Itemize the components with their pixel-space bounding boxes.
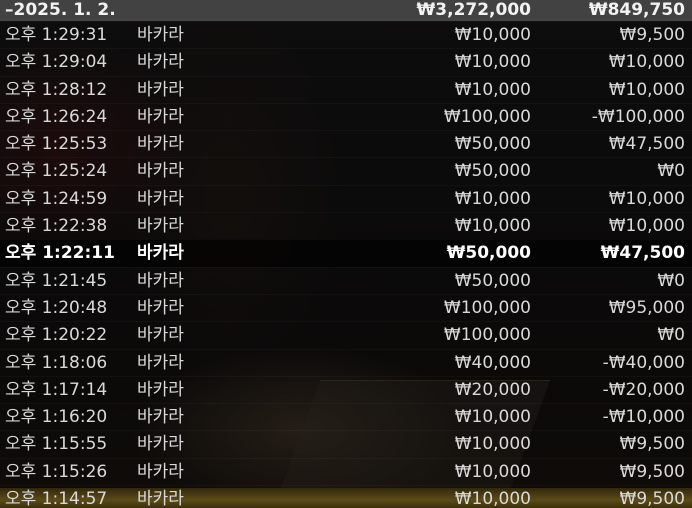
row-bet-amount: ₩10,000 bbox=[454, 461, 531, 482]
row-bet-amount: ₩100,000 bbox=[443, 106, 531, 127]
row-bet-amount: ₩20,000 bbox=[454, 379, 531, 400]
row-game: 바카라 bbox=[137, 25, 184, 45]
row-time: 오후 1:14:57 bbox=[5, 489, 108, 508]
row-time: 오후 1:22:38 bbox=[5, 216, 108, 237]
bet-history-row[interactable]: 오후 1:29:31 바카라 ₩10,000 ₩9,500 bbox=[0, 21, 692, 49]
row-game: 바카라 bbox=[137, 52, 184, 73]
row-bet-amount: ₩10,000 bbox=[454, 79, 531, 100]
summary-total-bet: ₩3,272,000 bbox=[416, 0, 531, 20]
row-result-amount: ₩47,500 bbox=[600, 243, 685, 264]
row-game: 바카라 bbox=[137, 325, 184, 346]
row-game: 바카라 bbox=[137, 216, 184, 237]
date-summary-header[interactable]: –2025. 1. 2. ₩3,272,000 ₩849,750 bbox=[0, 0, 692, 21]
row-bet-amount: ₩50,000 bbox=[446, 243, 531, 264]
bet-history-row[interactable]: 오후 1:20:22 바카라 ₩100,000 ₩0 bbox=[0, 321, 692, 349]
row-bet-amount: ₩10,000 bbox=[454, 216, 531, 237]
row-time: 오후 1:16:20 bbox=[5, 407, 108, 428]
row-time: 오후 1:17:14 bbox=[5, 379, 108, 400]
row-time: 오후 1:21:45 bbox=[5, 270, 108, 291]
row-result-amount: ₩10,000 bbox=[608, 188, 685, 209]
row-result-amount: ₩9,500 bbox=[619, 489, 685, 508]
row-game: 바카라 bbox=[137, 106, 184, 127]
bet-history-screen: –2025. 1. 2. ₩3,272,000 ₩849,750 오후 1:29… bbox=[0, 0, 692, 508]
row-bet-amount: ₩50,000 bbox=[454, 161, 531, 182]
row-time: 오후 1:28:12 bbox=[5, 79, 108, 100]
row-time: 오후 1:24:59 bbox=[5, 188, 108, 209]
bet-history-row[interactable]: 오후 1:20:48 바카라 ₩100,000 ₩95,000 bbox=[0, 293, 692, 322]
row-game: 바카라 bbox=[137, 461, 184, 482]
row-result-amount: ₩47,500 bbox=[608, 134, 685, 155]
bet-history-row[interactable]: 오후 1:15:55 바카라 ₩10,000 ₩9,500 bbox=[0, 430, 692, 458]
row-bet-amount: ₩10,000 bbox=[454, 434, 531, 455]
row-game: 바카라 bbox=[137, 379, 184, 400]
row-result-amount: -₩100,000 bbox=[591, 106, 685, 127]
bet-history-row[interactable]: 오후 1:22:38 바카라 ₩10,000 ₩10,000 bbox=[0, 212, 692, 240]
row-bet-amount: ₩100,000 bbox=[443, 325, 531, 346]
row-game: 바카라 bbox=[137, 243, 184, 264]
row-game: 바카라 bbox=[137, 161, 184, 182]
row-bet-amount: ₩50,000 bbox=[454, 134, 531, 155]
row-game: 바카라 bbox=[137, 134, 184, 155]
row-time: 오후 1:26:24 bbox=[5, 106, 108, 127]
row-game: 바카라 bbox=[137, 434, 184, 455]
row-result-amount: ₩10,000 bbox=[608, 216, 685, 237]
bet-history-row[interactable]: 오후 1:29:04 바카라 ₩10,000 ₩10,000 bbox=[0, 48, 692, 76]
row-bet-amount: ₩50,000 bbox=[454, 270, 531, 291]
bet-history-row[interactable]: 오후 1:24:59 바카라 ₩10,000 ₩10,000 bbox=[0, 184, 692, 213]
row-time: 오후 1:20:48 bbox=[5, 297, 108, 318]
bet-history-row[interactable]: 오후 1:16:20 바카라 ₩10,000 -₩10,000 bbox=[0, 403, 692, 431]
row-game: 바카라 bbox=[137, 489, 184, 508]
bet-history-row[interactable]: 오후 1:21:45 바카라 ₩50,000 ₩0 bbox=[0, 266, 692, 294]
row-bet-amount: ₩10,000 bbox=[454, 489, 531, 508]
row-time: 오후 1:29:31 bbox=[5, 25, 108, 45]
row-game: 바카라 bbox=[137, 407, 184, 428]
row-result-amount: ₩0 bbox=[657, 161, 685, 182]
row-time: 오후 1:20:22 bbox=[5, 325, 108, 346]
row-game: 바카라 bbox=[137, 297, 184, 318]
row-bet-amount: ₩10,000 bbox=[454, 407, 531, 428]
row-result-amount: ₩10,000 bbox=[608, 79, 685, 100]
row-time: 오후 1:25:53 bbox=[5, 134, 108, 155]
row-result-amount: ₩0 bbox=[657, 325, 685, 346]
row-bet-amount: ₩10,000 bbox=[454, 52, 531, 73]
row-bet-amount: ₩100,000 bbox=[443, 297, 531, 318]
row-result-amount: -₩20,000 bbox=[602, 379, 685, 400]
row-result-amount: ₩9,500 bbox=[619, 434, 685, 455]
row-result-amount: ₩9,500 bbox=[619, 25, 685, 45]
row-result-amount: ₩0 bbox=[657, 270, 685, 291]
row-bet-amount: ₩10,000 bbox=[454, 25, 531, 45]
summary-total-win: ₩849,750 bbox=[588, 0, 685, 20]
summary-date: –2025. 1. 2. bbox=[5, 0, 116, 20]
bet-history-row[interactable]: 오후 1:15:26 바카라 ₩10,000 ₩9,500 bbox=[0, 457, 692, 486]
row-game: 바카라 bbox=[137, 270, 184, 291]
bet-history-row[interactable]: 오후 1:25:53 바카라 ₩50,000 ₩47,500 bbox=[0, 130, 692, 158]
bet-history-row[interactable]: 오후 1:17:14 바카라 ₩20,000 -₩20,000 bbox=[0, 375, 692, 404]
row-result-amount: -₩10,000 bbox=[602, 407, 685, 428]
row-result-amount: ₩95,000 bbox=[608, 297, 685, 318]
row-game: 바카라 bbox=[137, 352, 184, 373]
row-time: 오후 1:15:55 bbox=[5, 434, 108, 455]
row-time: 오후 1:15:26 bbox=[5, 461, 108, 482]
row-time: 오후 1:22:11 bbox=[5, 243, 115, 264]
row-time: 오후 1:18:06 bbox=[5, 352, 108, 373]
bet-history-row[interactable]: 오후 1:26:24 바카라 ₩100,000 -₩100,000 bbox=[0, 102, 692, 131]
row-game: 바카라 bbox=[137, 79, 184, 100]
bet-history-row[interactable]: 오후 1:22:11 바카라 ₩50,000 ₩47,500 bbox=[0, 239, 692, 267]
row-result-amount: -₩40,000 bbox=[602, 352, 685, 373]
bet-history-list: 오후 1:29:31 바카라 ₩10,000 ₩9,500 오후 1:29:04… bbox=[0, 21, 692, 508]
row-result-amount: ₩10,000 bbox=[608, 52, 685, 73]
row-bet-amount: ₩40,000 bbox=[454, 352, 531, 373]
row-game: 바카라 bbox=[137, 188, 184, 209]
bet-history-row[interactable]: 오후 1:14:57 바카라 ₩10,000 ₩9,500 bbox=[0, 485, 692, 508]
bet-history-row[interactable]: 오후 1:28:12 바카라 ₩10,000 ₩10,000 bbox=[0, 75, 692, 103]
bet-history-row[interactable]: 오후 1:25:24 바카라 ₩50,000 ₩0 bbox=[0, 157, 692, 185]
row-result-amount: ₩9,500 bbox=[619, 461, 685, 482]
bet-history-row[interactable]: 오후 1:18:06 바카라 ₩40,000 -₩40,000 bbox=[0, 348, 692, 376]
row-time: 오후 1:25:24 bbox=[5, 161, 108, 182]
row-bet-amount: ₩10,000 bbox=[454, 188, 531, 209]
row-time: 오후 1:29:04 bbox=[5, 52, 108, 73]
